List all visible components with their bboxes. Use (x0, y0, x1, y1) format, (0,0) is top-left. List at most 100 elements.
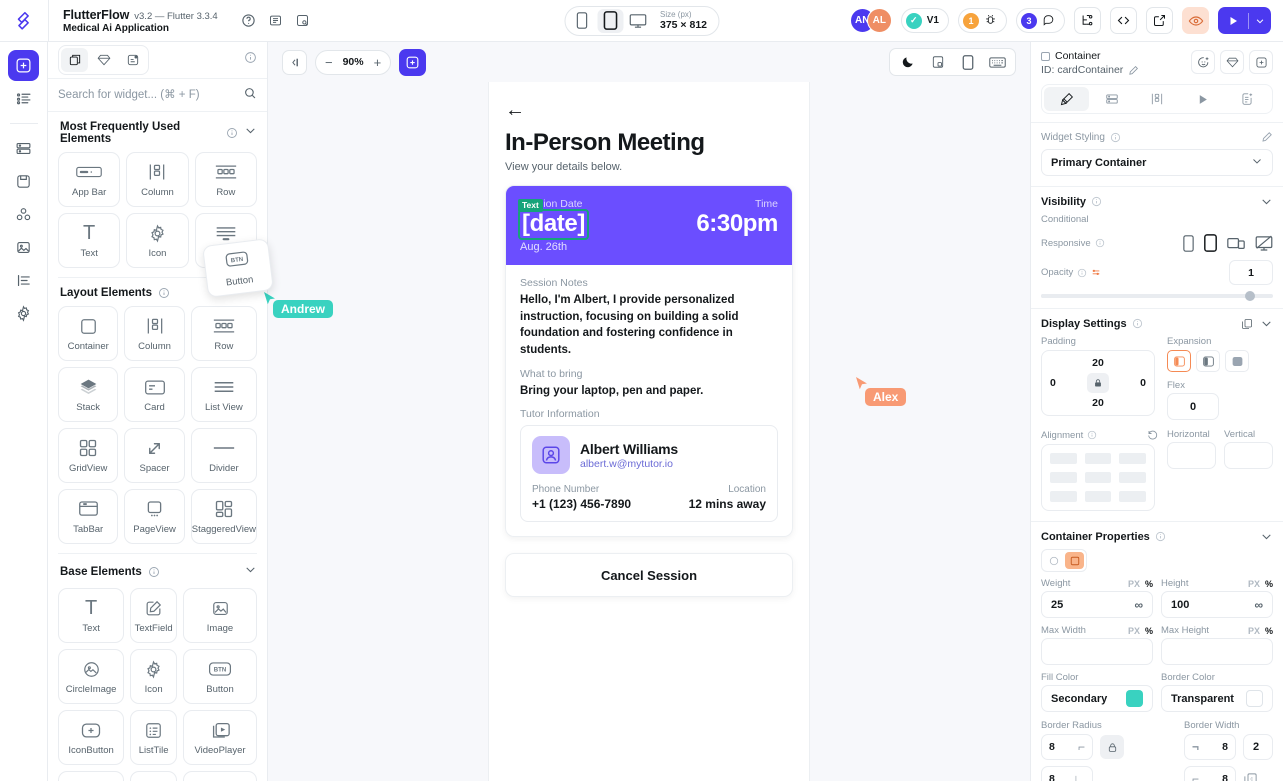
max-height-unit-px[interactable]: PX (1248, 626, 1260, 636)
align-bottom-center[interactable] (1084, 491, 1112, 502)
tutor-email[interactable]: albert.w@mytutor.io (580, 458, 678, 470)
collapse-panel-icon[interactable] (282, 49, 307, 75)
padding-bottom-value[interactable]: 20 (1092, 397, 1104, 409)
comments-pill[interactable]: 3 (1016, 8, 1065, 33)
horizontal-input[interactable] (1167, 442, 1216, 469)
padding-right-value[interactable]: 0 (1140, 377, 1146, 389)
tab-custom[interactable] (119, 48, 146, 72)
info-icon[interactable] (1155, 531, 1166, 542)
sidebar-item-theme[interactable] (8, 265, 39, 296)
widget-card-videoplayer[interactable]: VideoPlayer (183, 710, 257, 765)
widget-card-list-view[interactable]: List View (190, 367, 257, 422)
version-pill[interactable]: ✓ V1 (900, 8, 949, 33)
widget-card-iconbutton[interactable]: IconButton (58, 710, 125, 765)
zoom-out-button[interactable]: − (325, 55, 333, 70)
responsive-mobile-icon[interactable] (1183, 234, 1194, 252)
shape-circle-button[interactable] (1044, 552, 1063, 569)
avatar[interactable]: AL (866, 8, 892, 33)
tab-components[interactable] (61, 48, 88, 72)
zoom-in-button[interactable]: + (374, 55, 382, 70)
tab-generate[interactable] (1225, 87, 1270, 111)
border-width-input[interactable]: 2 (1243, 734, 1273, 760)
weight-unit-px[interactable]: PX (1128, 579, 1140, 589)
widget-card-divider[interactable]: Divider (190, 428, 257, 483)
widget-card-listtile[interactable]: ListTile (130, 710, 178, 765)
widget-card-circleimage[interactable]: CircleImage (58, 649, 125, 704)
variable-binding-icon[interactable] (1091, 268, 1101, 278)
radius-bottom-left-input[interactable]: 8 ∟ (1041, 766, 1093, 781)
expand-width-button[interactable] (1167, 350, 1191, 372)
fill-color-input[interactable]: Secondary (1041, 685, 1153, 712)
widget-card-gridview[interactable]: GridView (58, 428, 119, 483)
infinity-icon[interactable]: ∞ (1134, 598, 1143, 612)
info-icon[interactable] (1132, 318, 1143, 329)
weight-unit-percent[interactable]: % (1145, 579, 1153, 589)
widget-card-card[interactable]: Card (124, 367, 185, 422)
shape-rectangle-button[interactable] (1065, 552, 1084, 569)
sidebar-item-widget-palette[interactable] (8, 50, 39, 81)
mobile-icon[interactable] (954, 50, 981, 74)
padding-control[interactable]: 20 0 0 20 (1041, 350, 1155, 416)
widget-card-row[interactable]: Row (194, 152, 257, 207)
max-width-unit-px[interactable]: PX (1128, 626, 1140, 636)
responsive-desktop-icon[interactable] (1227, 236, 1245, 251)
sidebar-item-storage[interactable] (8, 166, 39, 197)
device-desktop[interactable] (625, 9, 651, 33)
device-mobile-small[interactable] (569, 9, 595, 33)
keyboard-icon[interactable] (984, 50, 1011, 74)
align-middle-left[interactable] (1050, 472, 1077, 483)
pencil-icon[interactable] (1261, 131, 1273, 143)
widget-card-calendar[interactable]: Calendar (130, 771, 178, 781)
widget-search-bar[interactable] (48, 78, 267, 112)
open-external-button[interactable] (1146, 7, 1173, 34)
flutterflow-logo-icon[interactable] (0, 10, 48, 32)
widget-card-row[interactable]: Row (190, 306, 257, 361)
radius-top-right-input[interactable]: 8 ¬ (1184, 734, 1236, 760)
widget-card-column[interactable]: Column (126, 152, 189, 207)
device-frame-icon[interactable] (924, 50, 951, 74)
add-page-icon[interactable] (399, 48, 427, 76)
border-color-swatch[interactable] (1246, 690, 1263, 707)
issues-pill[interactable]: 1 (958, 8, 1007, 33)
code-view-button[interactable] (1110, 7, 1137, 34)
padding-lock-icon[interactable] (1087, 373, 1109, 393)
search-input[interactable] (58, 89, 237, 101)
padding-left-value[interactable]: 0 (1050, 377, 1056, 389)
tab-state[interactable] (1134, 87, 1179, 111)
widget-card-app-bar[interactable]: App Bar (58, 152, 121, 207)
weight-input[interactable]: 25 ∞ (1041, 591, 1153, 618)
widget-card-button[interactable]: BTN Button (183, 649, 257, 704)
info-icon[interactable] (1077, 268, 1087, 278)
opacity-input[interactable]: 1 (1229, 260, 1273, 285)
reset-icon[interactable] (1147, 429, 1159, 441)
widget-card-youtubeplayer[interactable]: YouTube YouTubePlayer (58, 771, 125, 781)
chevron-down-icon[interactable] (1260, 530, 1273, 543)
info-icon[interactable] (1087, 430, 1097, 440)
run-button[interactable] (1218, 7, 1271, 34)
sidebar-item-settings[interactable] (8, 298, 39, 329)
chevron-down-icon[interactable] (1260, 317, 1273, 330)
add-widget-icon[interactable] (1249, 50, 1273, 74)
info-icon[interactable] (226, 127, 238, 139)
selected-text-widget[interactable]: Text [date] (518, 199, 589, 240)
widget-card-icon[interactable]: Icon (126, 213, 189, 268)
widget-card-staggeredview[interactable]: StaggeredView (190, 489, 257, 544)
flex-input[interactable]: 0 (1167, 393, 1219, 420)
info-icon[interactable] (148, 566, 160, 578)
widget-card-text[interactable]: T Text (58, 588, 125, 643)
phone-preview[interactable]: ← In-Person Meeting View your details be… (488, 82, 810, 781)
pencil-icon[interactable] (1128, 65, 1139, 76)
tutor-card[interactable]: Albert Williams albert.w@mytutor.io Phon… (520, 425, 778, 523)
expand-both-button[interactable] (1225, 350, 1249, 372)
chevron-down-icon[interactable] (1249, 16, 1271, 26)
widget-card-tabbar[interactable]: TabBar (58, 489, 119, 544)
tab-templates[interactable] (90, 48, 117, 72)
max-width-unit-percent[interactable]: % (1145, 626, 1153, 636)
canvas-stage[interactable]: ← In-Person Meeting View your details be… (202, 82, 1030, 781)
info-icon[interactable] (244, 51, 257, 69)
widget-list-scroll[interactable]: Most Frequently Used Elements App Bar Co… (48, 112, 267, 781)
radius-lock-icon[interactable] (1100, 735, 1124, 759)
align-top-right[interactable] (1119, 453, 1146, 464)
fill-color-swatch[interactable] (1126, 690, 1143, 707)
tab-actions[interactable] (1180, 87, 1225, 111)
